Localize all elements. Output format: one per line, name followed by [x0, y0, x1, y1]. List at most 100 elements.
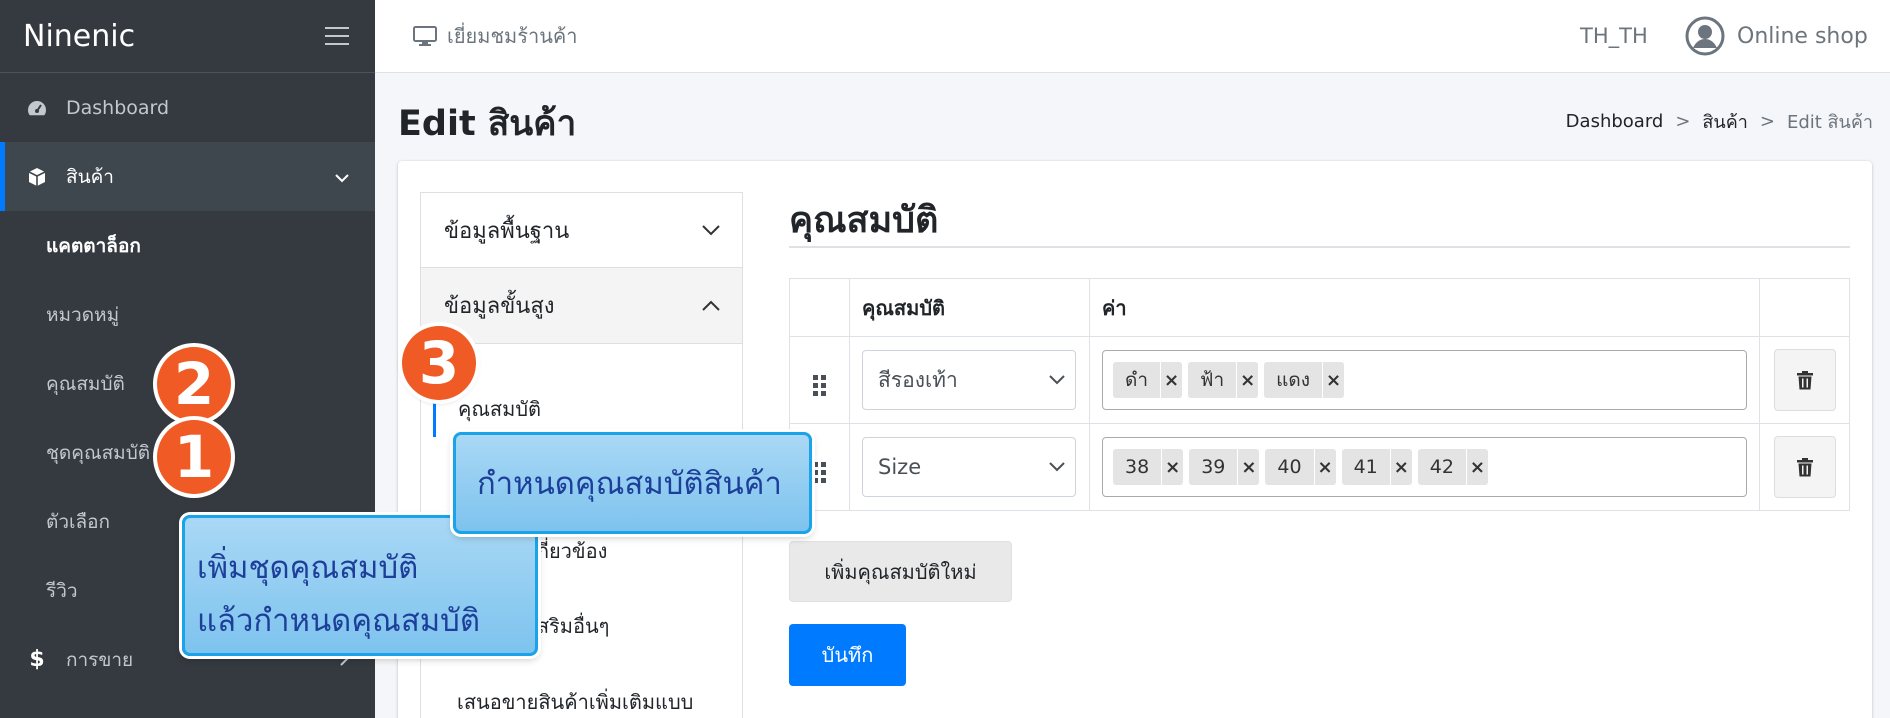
breadcrumb-current: Edit สินค้า: [1786, 112, 1873, 133]
chevron-up-icon: [702, 300, 720, 311]
chevron-down-icon: [1049, 375, 1065, 385]
menu-link-extras[interactable]: เสริมอื่นๆ: [530, 610, 609, 642]
drag-handle[interactable]: [789, 336, 850, 424]
remove-tag-icon[interactable]: ×: [1161, 449, 1183, 485]
attribute-select-value: สีรองเท้า: [878, 367, 958, 392]
callout-attribute-set-note: เพิ่มชุดคุณสมบัติ แล้วกำหนดคุณสมบัติ: [182, 515, 538, 656]
menu-link-label: คุณสมบัติ: [458, 396, 542, 421]
value-tag: 42 ×: [1417, 449, 1488, 485]
sidebar-item-label: การขาย: [66, 648, 134, 671]
value-tag: 41 ×: [1341, 449, 1412, 485]
callout-text: เพิ่มชุดคุณสมบัติ: [197, 550, 419, 586]
tag-label: 40: [1277, 456, 1302, 478]
drag-handle-icon: [813, 461, 826, 483]
value-tag: 40 ×: [1265, 449, 1336, 485]
add-attribute-button[interactable]: เพิ่มคุณสมบัติใหม่: [789, 541, 1012, 602]
value-tags-input[interactable]: ดำ × ฟ้า × แดง ×: [1102, 350, 1747, 410]
accordion-advanced-info[interactable]: ข้อมูลขั้นสูง: [420, 268, 743, 344]
attributes-table: คุณสมบัติ ค่า สีรองเท้า ดำ × ฟ้า × แดง ×: [789, 278, 1850, 511]
tag-label: ดำ: [1125, 369, 1149, 391]
action-column-header: [1759, 278, 1850, 337]
chevron-down-icon: [335, 166, 349, 188]
sidebar-item-label: Dashboard: [66, 96, 170, 119]
tag-label: 41: [1353, 456, 1378, 478]
value-tag: แดง ×: [1264, 362, 1345, 398]
value-cell: ดำ × ฟ้า × แดง ×: [1089, 336, 1760, 424]
box-icon: [26, 167, 48, 187]
table-header-row: คุณสมบัติ ค่า: [789, 278, 1850, 337]
attribute-select[interactable]: สีรองเท้า: [862, 350, 1076, 410]
breadcrumb-dashboard[interactable]: Dashboard: [1566, 111, 1664, 132]
step-badge-1: 1: [157, 420, 231, 494]
monitor-icon: [413, 25, 437, 46]
breadcrumb: Dashboard > สินค้า > Edit สินค้า: [1566, 107, 1873, 136]
sidebar-subitem-categories[interactable]: หมวดหมู่: [0, 280, 375, 349]
save-button[interactable]: บันทึก: [789, 624, 906, 686]
sidebar-subitem-catalog[interactable]: แคตตาล็อก: [0, 211, 375, 280]
remove-tag-icon[interactable]: ×: [1237, 449, 1259, 485]
remove-tag-icon[interactable]: ×: [1313, 449, 1336, 485]
callout-text: กำหนดคุณสมบัติสินค้า: [477, 466, 782, 502]
breadcrumb-separator: >: [1675, 111, 1691, 132]
breadcrumb-separator: >: [1759, 111, 1775, 132]
brand-logo[interactable]: Ninenic: [23, 19, 135, 54]
column-header-value: ค่า: [1089, 278, 1760, 337]
table-row: Size 38 × 39 × 40 × 41 × 42 ×: [789, 423, 1850, 511]
step-badge-2: 2: [157, 347, 231, 421]
tag-label: ฟ้า: [1200, 369, 1225, 391]
delete-row-button[interactable]: [1773, 436, 1836, 498]
attribute-select-value: Size: [878, 455, 922, 479]
remove-tag-icon[interactable]: ×: [1236, 362, 1258, 398]
section-title: คุณสมบัติ: [789, 200, 939, 241]
chevron-down-icon: [1049, 462, 1065, 472]
remove-tag-icon[interactable]: ×: [1160, 362, 1182, 398]
section-divider: [789, 246, 1850, 248]
menu-toggle-icon[interactable]: [325, 27, 349, 45]
callout-text: แล้วกำหนดคุณสมบัติ: [197, 603, 480, 639]
trash-icon: [1796, 370, 1813, 389]
sidebar-item-products[interactable]: สินค้า: [0, 142, 375, 211]
sidebar-item-dashboard[interactable]: Dashboard: [0, 73, 375, 142]
dollar-icon: $: [29, 647, 45, 672]
attribute-cell: Size: [849, 423, 1090, 511]
menu-link-upsell[interactable]: เสนอขายสินค้าเพิ่มเติมแบบ: [457, 686, 693, 718]
action-cell: [1759, 423, 1850, 511]
accordion-label: ข้อมูลพื้นฐาน: [444, 218, 570, 244]
column-header-attribute: คุณสมบัติ: [849, 278, 1090, 337]
remove-tag-icon[interactable]: ×: [1322, 362, 1344, 398]
value-tags-input[interactable]: 38 × 39 × 40 × 41 × 42 ×: [1102, 437, 1747, 497]
step-badge-3: 3: [402, 326, 476, 400]
tag-label: 39: [1201, 456, 1226, 478]
remove-tag-icon[interactable]: ×: [1465, 449, 1488, 485]
remove-tag-icon[interactable]: ×: [1389, 449, 1412, 485]
trash-icon: [1796, 457, 1813, 476]
user-name: Online shop: [1737, 23, 1868, 49]
accordion-basic-info[interactable]: ข้อมูลพื้นฐาน: [420, 192, 743, 268]
callout-product-attribute-note: กำหนดคุณสมบัติสินค้า: [453, 432, 812, 534]
menu-link-related[interactable]: เกี่ยวข้อง: [530, 535, 607, 567]
breadcrumb-products[interactable]: สินค้า: [1702, 107, 1747, 136]
value-tag: ฟ้า ×: [1188, 362, 1259, 398]
tag-label: 38: [1125, 456, 1150, 478]
drag-column-header: [789, 278, 850, 337]
sidebar-item-label: สินค้า: [66, 165, 114, 188]
top-navbar: เยี่ยมชมร้านค้า TH_TH Online shop: [375, 0, 1890, 73]
view-store-label: เยี่ยมชมร้านค้า: [447, 24, 578, 48]
value-tag: 38 ×: [1113, 449, 1184, 485]
dashboard-gauge-icon: [26, 99, 48, 117]
attribute-select[interactable]: Size: [862, 437, 1076, 497]
delete-row-button[interactable]: [1773, 349, 1836, 411]
chevron-down-icon: [702, 224, 720, 235]
brand-bar: Ninenic: [0, 0, 375, 73]
user-avatar-icon: [1685, 16, 1725, 56]
user-menu[interactable]: Online shop: [1685, 16, 1868, 56]
drag-handle-icon: [813, 374, 826, 396]
attribute-cell: สีรองเท้า: [849, 336, 1090, 424]
accordion-label: ข้อมูลขั้นสูง: [444, 294, 555, 319]
value-tag: 39 ×: [1189, 449, 1260, 485]
tag-label: 42: [1429, 456, 1454, 478]
tag-label: แดง: [1276, 369, 1311, 391]
view-store-link[interactable]: เยี่ยมชมร้านค้า: [413, 20, 577, 52]
language-selector[interactable]: TH_TH: [1580, 24, 1648, 48]
value-cell: 38 × 39 × 40 × 41 × 42 ×: [1089, 423, 1760, 511]
